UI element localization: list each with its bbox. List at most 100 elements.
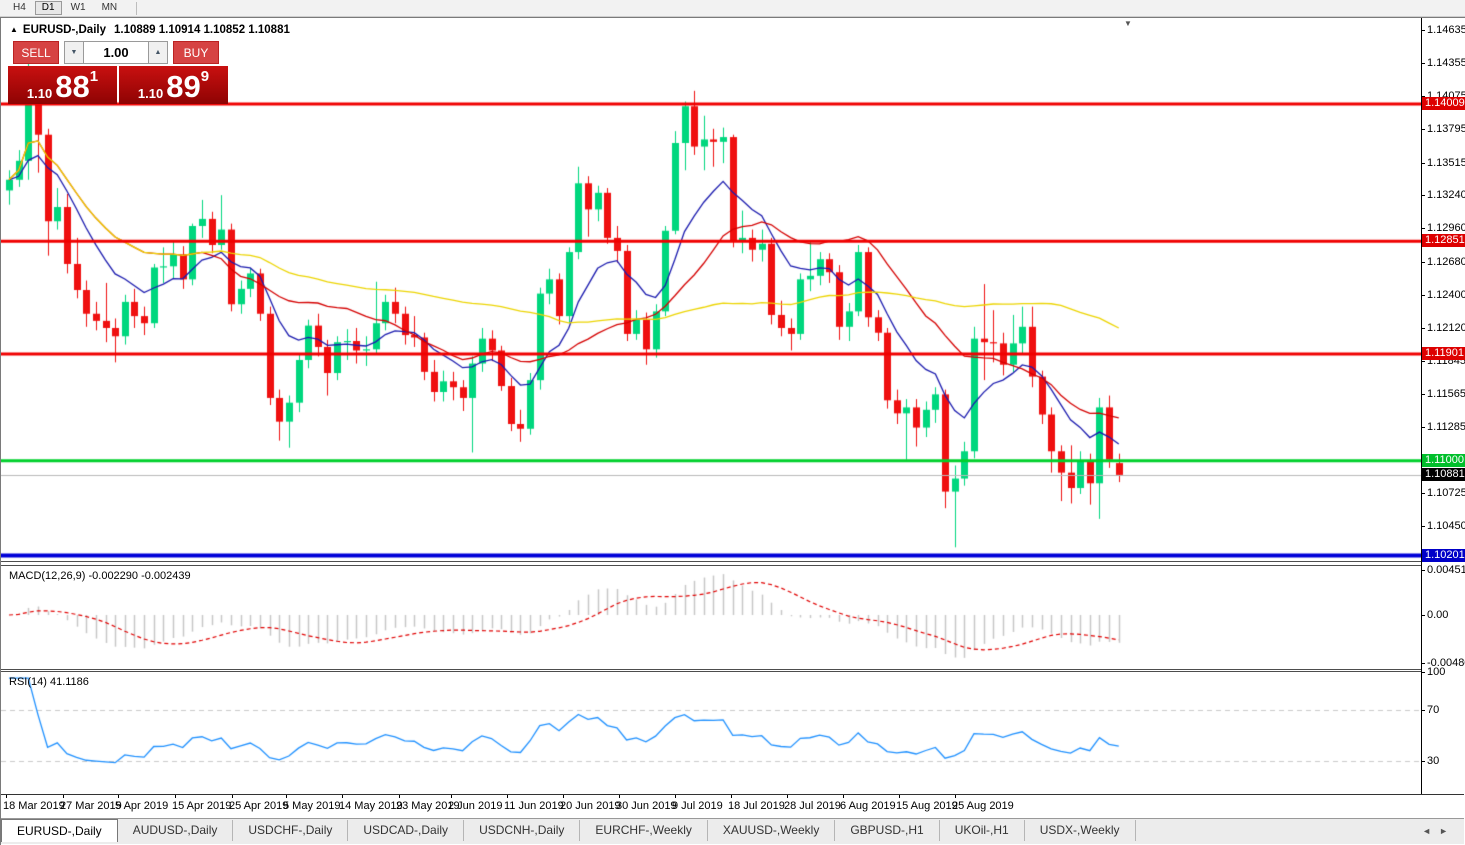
price-tick-label: 1.14635 [1427,24,1465,36]
chart-tab-usdcnh-daily[interactable]: USDCNH-,Daily [464,820,580,841]
chevron-up-icon: ▲ [155,49,162,56]
chart-shift-marker-icon[interactable]: ▼ [1124,19,1132,28]
chart-tab-xauusd-weekly[interactable]: XAUUSD-,Weekly [708,820,835,841]
date-label: 20 Jun 2019 [560,800,621,812]
date-label: 27 Mar 2019 [60,800,122,812]
price-tick-label: 1.11565 [1427,388,1465,400]
date-tick-mark [507,795,508,798]
macd-tick-label: 0.00 [1427,609,1448,621]
chart-tab-audusd-daily[interactable]: AUDUSD-,Daily [118,820,234,841]
price-tick-label: 1.12960 [1427,222,1465,234]
chart-tab-usdx-weekly[interactable]: USDX-,Weekly [1025,820,1136,841]
buy-price-box[interactable]: 1.10 89 9 [119,66,228,104]
price-tick-mark [1422,328,1425,329]
price-tick-label: 1.13515 [1427,157,1465,169]
date-tick-mark [899,795,900,798]
date-label: 25 Aug 2019 [952,800,1014,812]
rsi-name: RSI(14) [9,676,47,688]
panel-splitter[interactable] [1,669,1464,672]
price-level-badge: 1.11000 [1422,454,1465,467]
chart-tab-eurchf-weekly[interactable]: EURCHF-,Weekly [580,820,707,841]
price-axis[interactable]: 1.146351.143551.140751.137951.135151.132… [1421,18,1464,794]
date-label: 11 Jun 2019 [504,800,564,812]
price-tick-mark [1422,163,1425,164]
date-tick-mark [286,795,287,798]
date-tick-mark [342,795,343,798]
date-label: 9 Jul 2019 [672,800,723,812]
price-tick-mark [1422,262,1425,263]
date-label: 25 Apr 2019 [229,800,288,812]
chart-tab-usdcad-daily[interactable]: USDCAD-,Daily [348,820,464,841]
tab-scroll-left-icon[interactable]: ◄ [1422,826,1439,836]
timeframe-toolbar: H4D1W1MN [0,0,1465,17]
volume-down-button[interactable]: ▼ [64,41,84,64]
price-level-badge: 1.11901 [1422,347,1465,360]
timeframe-button-mn[interactable]: MN [95,1,125,15]
collapse-arrow-icon[interactable]: ▲ [10,25,18,34]
rsi-tick-label: 100 [1427,666,1445,678]
tab-scroll-right-icon[interactable]: ► [1439,826,1456,836]
buy-price-prefix: 1.10 [138,86,163,101]
timeframe-button-d1[interactable]: D1 [35,1,62,15]
timeframe-button-w1[interactable]: W1 [64,1,93,15]
date-tick-mark [6,795,7,798]
chart-tab-bar: EURUSD-,DailyAUDUSD-,DailyUSDCHF-,DailyU… [1,818,1464,844]
date-tick-mark [843,795,844,798]
chart-tab-eurusd-daily[interactable]: EURUSD-,Daily [1,819,118,842]
macd-name: MACD(12,26,9) [9,570,85,582]
buy-button[interactable]: BUY [173,41,219,64]
rsi-current-value: 41.1186 [50,676,89,688]
sell-price-main: 88 [55,73,89,101]
date-tick-mark [118,795,119,798]
panel-splitter[interactable] [1,561,1464,566]
chart-tab-ukoil-h1[interactable]: UKOil-,H1 [940,820,1025,841]
date-tick-mark [731,795,732,798]
chart-tab-gbpusd-h1[interactable]: GBPUSD-,H1 [835,820,939,841]
price-tick-label: 1.12120 [1427,322,1465,334]
one-click-trade-widget: SELL ▼ ▲ BUY 1.10 88 1 1.10 89 9 [8,41,228,104]
date-tick-mark [955,795,956,798]
chart-tab-usdchf-daily[interactable]: USDCHF-,Daily [233,820,348,841]
sell-button[interactable]: SELL [13,41,59,64]
ohlc-values: 1.10889 1.10914 1.10852 1.10881 [114,24,290,36]
macd-tick-mark [1422,663,1425,664]
tab-scroll-arrows[interactable]: ◄► [1422,826,1456,836]
buy-price-main: 89 [166,73,200,101]
macd-current-values: -0.002290 -0.002439 [88,570,190,582]
date-label: 18 Mar 2019 [3,800,65,812]
rsi-tick-label: 70 [1427,704,1439,716]
price-tick-mark [1422,427,1425,428]
price-tick-mark [1422,493,1425,494]
date-label: 5 Apr 2019 [115,800,168,812]
date-axis[interactable]: 18 Mar 201927 Mar 20195 Apr 2019 15 Apr 2… [1,794,1464,818]
chart-title: ▲ EURUSD-,Daily 1.10889 1.10914 1.10852 1.… [10,24,290,36]
rsi-tick-mark [1422,710,1425,711]
rsi-panel-canvas[interactable] [1,672,1421,794]
date-tick-mark [563,795,564,798]
sell-price-box[interactable]: 1.10 88 1 [8,66,117,104]
rsi-label: RSI(14) 41.1186 [9,676,89,688]
price-level-badge: 1.10201 [1422,549,1465,562]
price-tick-mark [1422,228,1425,229]
price-tick-label: 1.11285 [1427,421,1465,433]
macd-label: MACD(12,26,9) -0.002290 -0.002439 [9,570,191,582]
sell-price-prefix: 1.10 [27,86,52,101]
rsi-tick-mark [1422,672,1425,673]
date-tick-mark [175,795,176,798]
macd-tick-mark [1422,570,1425,571]
timeframe-button-h4[interactable]: H4 [6,1,33,15]
symbol-period-label: EURUSD-,Daily [23,24,106,36]
volume-up-button[interactable]: ▲ [148,41,168,64]
rsi-tick-label: 30 [1427,755,1439,767]
price-tick-label: 1.12680 [1427,256,1465,268]
date-label: 15 Apr 2019 [172,800,231,812]
date-tick-mark [399,795,400,798]
price-tick-label: 1.14355 [1427,57,1465,69]
date-tick-mark [232,795,233,798]
macd-panel-canvas[interactable] [1,566,1421,669]
volume-input[interactable] [84,41,148,64]
price-tick-mark [1422,394,1425,395]
price-tick-label: 1.13795 [1427,123,1465,135]
date-label: 2 Jun 2019 [448,800,502,812]
macd-tick-label: 0.004517 [1427,564,1465,576]
